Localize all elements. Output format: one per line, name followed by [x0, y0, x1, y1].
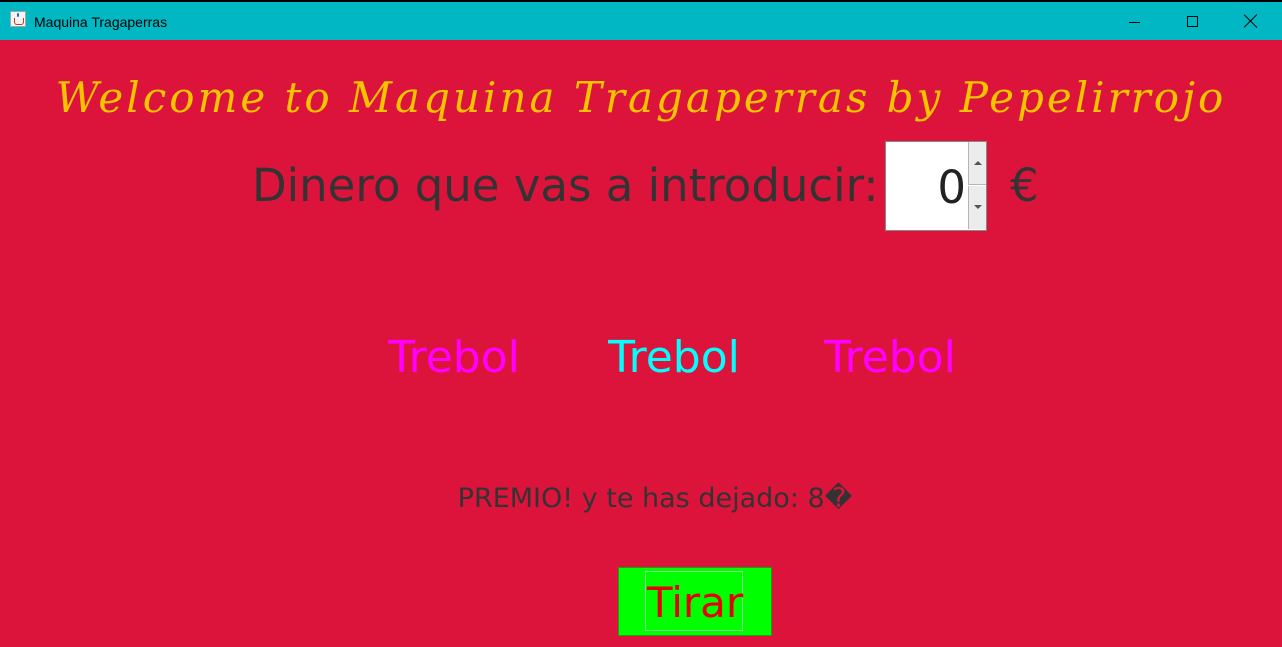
- java-app-icon: [10, 11, 26, 27]
- spinner-decrement-button[interactable]: [968, 186, 986, 229]
- minimize-icon: [1129, 22, 1140, 23]
- arrow-down-icon: [974, 205, 982, 209]
- result-message: PREMIO! y te has dejado: 8�: [457, 483, 853, 514]
- spin-button-label: Tirar: [646, 578, 744, 627]
- welcome-heading: Welcome to Maquina Tragaperras by Pepeli…: [55, 73, 1227, 122]
- spinner-increment-button[interactable]: [968, 142, 986, 185]
- close-icon: [1244, 14, 1258, 28]
- reel-1: Trebol: [388, 332, 520, 383]
- reel-2: Trebol: [608, 332, 740, 383]
- close-button[interactable]: [1222, 4, 1280, 40]
- bet-spinner[interactable]: 0: [885, 141, 987, 231]
- window-title: Maquina Tragaperras: [34, 14, 168, 30]
- reel-3: Trebol: [824, 332, 956, 383]
- arrow-up-icon: [974, 161, 982, 165]
- maximize-button[interactable]: [1164, 4, 1222, 40]
- app-window: Maquina Tragaperras Welcome to Maquina T…: [0, 0, 1282, 647]
- title-bar[interactable]: Maquina Tragaperras: [0, 0, 1282, 40]
- bet-spinner-value[interactable]: 0: [886, 142, 966, 230]
- bet-label: Dinero que vas a introducir:: [252, 159, 879, 212]
- maximize-icon: [1187, 16, 1198, 27]
- spin-button[interactable]: Tirar: [618, 567, 772, 636]
- minimize-button[interactable]: [1106, 4, 1164, 40]
- currency-symbol: €: [1010, 159, 1039, 212]
